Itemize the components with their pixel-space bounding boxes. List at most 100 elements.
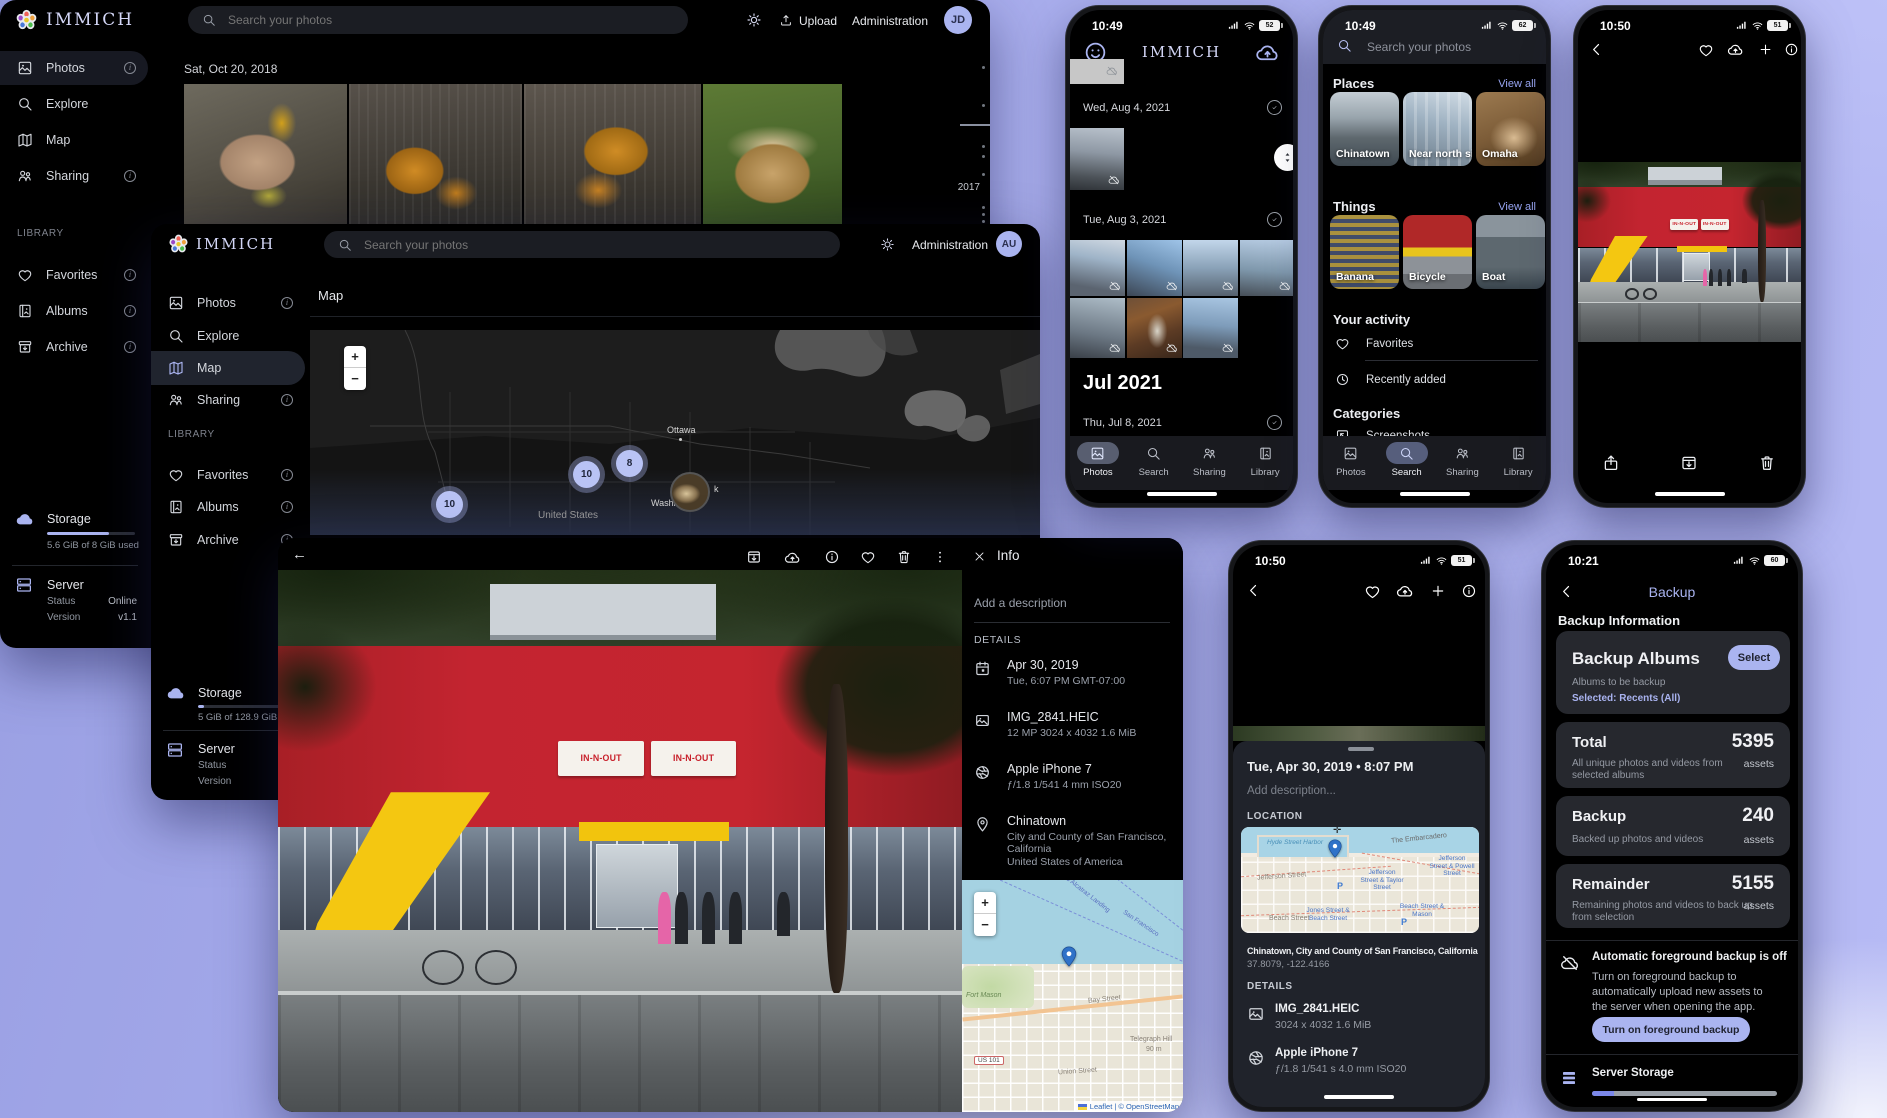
zoom-in-button[interactable]: + — [344, 346, 366, 368]
turn-on-backup-button[interactable]: Turn on foreground backup — [1592, 1017, 1750, 1042]
detail-location[interactable]: Chinatown — [1007, 814, 1066, 828]
photo-thumbnail[interactable] — [1070, 298, 1125, 358]
photo-thumbnail[interactable] — [1070, 59, 1124, 84]
immich-logo-text[interactable]: IMMICH — [196, 235, 275, 253]
sidebar-item-favorites[interactable]: Favorites i — [0, 258, 148, 292]
photo-thumbnail[interactable] — [349, 84, 522, 224]
map-cluster-marker[interactable]: 10 — [436, 491, 463, 518]
photo-viewer[interactable]: IN-N-OUTIN-N-OUT — [278, 570, 962, 1112]
share-icon[interactable] — [1602, 454, 1620, 472]
nav-search[interactable]: Search — [1379, 436, 1435, 490]
favorite-icon[interactable] — [1364, 583, 1381, 600]
thing-card[interactable]: Bicycle — [1403, 215, 1472, 289]
back-chevron-icon[interactable] — [1588, 41, 1605, 58]
select-day-checkbox[interactable] — [1267, 415, 1282, 430]
search-icon[interactable] — [1337, 38, 1352, 53]
photo-thumbnail[interactable] — [1183, 298, 1238, 358]
map-cluster-marker[interactable]: 10 — [573, 461, 600, 488]
archive-icon[interactable] — [746, 549, 762, 565]
recently-added-row[interactable]: Recently added — [1335, 372, 1446, 387]
archive-icon[interactable] — [1680, 454, 1698, 472]
search-bar[interactable] — [188, 6, 688, 34]
info-sheet[interactable]: Tue, Apr 30, 2019 • 8:07 PM Add descript… — [1233, 741, 1485, 1107]
sidebar-item-explore[interactable]: Explore — [151, 319, 305, 353]
scrubber-handle[interactable] — [960, 124, 990, 126]
home-indicator[interactable] — [1637, 1098, 1707, 1101]
theme-toggle-icon[interactable] — [746, 12, 762, 28]
immich-logo-text[interactable]: IMMICH — [46, 10, 134, 30]
search-bar[interactable] — [324, 231, 840, 258]
cloud-upload-icon[interactable] — [784, 549, 801, 566]
search-input[interactable] — [364, 238, 826, 252]
photo-thumbnail[interactable] — [703, 84, 842, 224]
sidebar-item-albums[interactable]: Albums i — [151, 490, 305, 524]
home-indicator[interactable] — [1400, 492, 1470, 496]
thing-card[interactable]: Boat — [1476, 215, 1545, 289]
zoom-out-button[interactable]: − — [974, 914, 996, 936]
info-icon[interactable] — [1461, 583, 1477, 599]
trash-icon[interactable] — [896, 549, 912, 565]
immich-logo-icon[interactable] — [167, 233, 190, 256]
more-options-icon[interactable] — [932, 549, 948, 565]
zoom-out-button[interactable]: − — [344, 368, 366, 390]
upload-button[interactable]: Upload — [799, 14, 837, 28]
description-placeholder[interactable]: Add a description — [974, 596, 1067, 610]
nav-photos[interactable]: Photos — [1323, 436, 1379, 490]
favorites-row[interactable]: Favorites — [1335, 336, 1413, 351]
administration-link[interactable]: Administration — [852, 14, 928, 28]
nav-library[interactable]: Library — [1237, 436, 1293, 490]
sidebar-item-photos[interactable]: Photos i — [151, 286, 305, 320]
place-card[interactable]: Chinatown — [1330, 92, 1399, 166]
map-photo-marker[interactable] — [670, 472, 710, 512]
map-canvas[interactable]: +− Ottawa United States Washington 10 10… — [310, 330, 1040, 535]
view-all-link[interactable]: View all — [1498, 201, 1536, 213]
search-placeholder[interactable]: Search your photos — [1367, 40, 1471, 54]
select-day-checkbox[interactable] — [1267, 100, 1282, 115]
search-input[interactable] — [228, 13, 674, 27]
select-day-checkbox[interactable] — [1267, 212, 1282, 227]
select-button[interactable]: Select — [1728, 645, 1780, 670]
map-cluster-marker[interactable]: 8 — [616, 450, 643, 477]
info-icon[interactable] — [824, 549, 840, 565]
sidebar-item-sharing[interactable]: Sharing i — [151, 383, 305, 417]
nav-sharing[interactable]: Sharing — [1435, 436, 1491, 490]
nav-search[interactable]: Search — [1126, 436, 1182, 490]
cloud-upload-icon[interactable] — [1727, 41, 1744, 58]
photo-thumbnail[interactable] — [1070, 128, 1124, 190]
theme-toggle-icon[interactable] — [880, 237, 895, 252]
back-arrow-icon[interactable]: ← — [292, 546, 307, 563]
zoom-in-button[interactable]: + — [974, 892, 996, 914]
administration-link[interactable]: Administration — [912, 238, 988, 252]
backup-cloud-icon[interactable] — [1255, 40, 1280, 65]
photo-thumbnail[interactable] — [1127, 298, 1182, 358]
photo-viewer[interactable]: IN-N-OUTIN-N-OUT — [1578, 162, 1801, 342]
info-icon[interactable] — [1784, 42, 1799, 57]
cloud-upload-icon[interactable] — [1396, 582, 1414, 600]
trash-icon[interactable] — [1758, 454, 1776, 472]
photo-thumbnail[interactable] — [184, 84, 347, 224]
place-card[interactable]: Near north side — [1403, 92, 1472, 166]
add-icon[interactable] — [1430, 583, 1446, 599]
photo-thumbnail[interactable] — [1183, 240, 1238, 296]
photo-thumbnail[interactable] — [1127, 240, 1182, 296]
back-chevron-icon[interactable] — [1245, 582, 1262, 599]
sidebar-item-sharing[interactable]: Sharing i — [0, 159, 148, 193]
nav-photos[interactable]: Photos — [1070, 436, 1126, 490]
view-all-link[interactable]: View all — [1498, 78, 1536, 90]
home-indicator[interactable] — [1655, 492, 1725, 496]
place-card[interactable]: Omaha — [1476, 92, 1545, 166]
description-placeholder[interactable]: Add description... — [1247, 785, 1336, 797]
scrollbar-thumb[interactable] — [1274, 144, 1293, 171]
immich-logo-icon[interactable] — [14, 8, 39, 33]
nav-library[interactable]: Library — [1490, 436, 1546, 490]
sidebar-item-favorites[interactable]: Favorites i — [151, 458, 305, 492]
map-zoom-control[interactable]: +− — [344, 346, 366, 390]
photo-thumbnail[interactable] — [524, 84, 701, 224]
home-indicator[interactable] — [1324, 1095, 1394, 1099]
sidebar-item-albums[interactable]: Albums i — [0, 294, 148, 328]
nav-sharing[interactable]: Sharing — [1182, 436, 1238, 490]
favorite-icon[interactable] — [860, 549, 876, 565]
location-map[interactable]: Hyde Street Harbor Jefferson Street The … — [1241, 827, 1479, 933]
map-zoom-control[interactable]: +− — [974, 892, 996, 936]
close-icon[interactable] — [973, 550, 986, 563]
